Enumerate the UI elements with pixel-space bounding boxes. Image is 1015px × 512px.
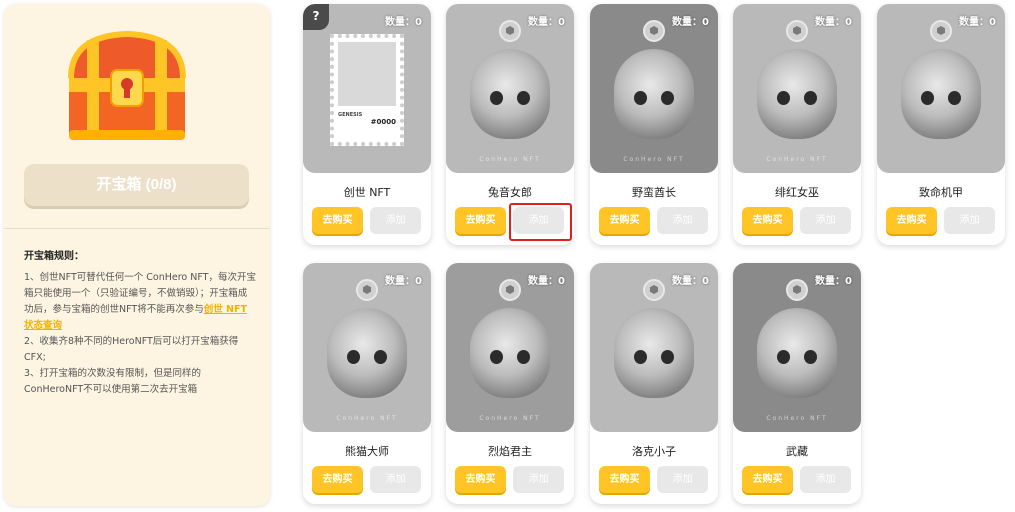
buy-button[interactable]: 去购买 (455, 466, 506, 493)
hero-portrait (470, 308, 550, 398)
add-button[interactable]: 添加 (370, 466, 421, 493)
gem-icon (499, 279, 521, 301)
buy-button[interactable]: 去购买 (886, 207, 937, 234)
nft-art: 数量：0 (590, 263, 718, 432)
question-icon[interactable]: ? (303, 4, 329, 30)
nft-card-barbarian-chief: 数量：0 ConHero NFT 野蛮酋长 去购买 添加 (590, 4, 718, 245)
nft-name: 武藏 (786, 445, 808, 458)
nft-name: 熊猫大师 (345, 445, 389, 458)
nft-name: 烈焰君主 (488, 445, 532, 458)
genesis-stamp-image: GENESIS #0000 (330, 34, 404, 146)
hero-portrait (757, 308, 837, 398)
quantity-label: 数量：0 (385, 17, 422, 28)
rule-1: 1、创世NFT可替代任何一个 ConHero NFT，每次开宝箱只能使用一个（只… (24, 272, 256, 331)
nft-art: 数量：0 ConHero NFT (446, 263, 574, 432)
open-chest-button[interactable]: 开宝箱 (0/8) (24, 164, 249, 206)
nft-card-genesis: ? 数量：0 GENESIS #0000 创世 NFT 去购买 添加 (303, 4, 431, 245)
nft-name: 野蛮酋长 (632, 186, 676, 199)
buy-button[interactable]: 去购买 (599, 207, 650, 234)
add-button[interactable]: 添加 (513, 466, 564, 493)
nft-card-crimson-witch: 数量：0 ConHero NFT 绯红女巫 去购买 添加 (733, 4, 861, 245)
gem-icon (786, 279, 808, 301)
nft-art: 数量：0 ConHero NFT (733, 263, 861, 432)
quantity-label: 数量：0 (672, 17, 709, 28)
nft-name: 创世 NFT (343, 186, 391, 199)
hero-portrait (327, 308, 407, 398)
rule-3: 3、打开宝箱的次数没有限制，但是同样的ConHeroNFT不可以使用第二次去开宝… (24, 368, 202, 395)
nft-art: 数量：0 ConHero NFT (733, 4, 861, 173)
add-button[interactable]: 添加 (370, 207, 421, 234)
treasure-panel: 开宝箱 (0/8) 开宝箱规则： 1、创世NFT可替代任何一个 ConHero … (4, 4, 270, 506)
nft-card-musashi: 数量：0 ConHero NFT 武藏 去购买 添加 (733, 263, 861, 504)
hero-portrait (901, 49, 981, 139)
add-button[interactable]: 添加 (800, 207, 851, 234)
buy-button[interactable]: 去购买 (455, 207, 506, 234)
nft-card-flame-lord: 数量：0 ConHero NFT 烈焰君主 去购买 添加 (446, 263, 574, 504)
quantity-label: 数量：0 (528, 17, 565, 28)
gem-icon (643, 279, 665, 301)
highlight-box (509, 203, 572, 241)
quantity-label: 数量：0 (815, 276, 852, 287)
gem-icon (643, 20, 665, 42)
rule-2: 2、收集齐8种不同的HeroNFT后可以打开宝箱获得CFX; (24, 336, 239, 363)
nft-art: ? 数量：0 GENESIS #0000 (303, 4, 431, 173)
buy-button[interactable]: 去购买 (312, 466, 363, 493)
add-button[interactable]: 添加 (944, 207, 995, 234)
quantity-label: 数量：0 (672, 276, 709, 287)
buy-button[interactable]: 去购买 (599, 466, 650, 493)
nft-art: 数量：0 ConHero NFT (303, 263, 431, 432)
add-button[interactable]: 添加 (800, 466, 851, 493)
quantity-label: 数量：0 (815, 17, 852, 28)
hero-portrait (614, 308, 694, 398)
nft-art: 数量：0 (877, 4, 1005, 173)
gem-icon (786, 20, 808, 42)
add-button[interactable]: 添加 (657, 207, 708, 234)
rules-text: 1、创世NFT可替代任何一个 ConHero NFT，每次开宝箱只能使用一个（只… (24, 270, 256, 398)
nft-name: 绯红女巫 (775, 186, 819, 199)
gem-icon (356, 279, 378, 301)
rules-title: 开宝箱规则： (24, 251, 84, 262)
nft-name: 致命机甲 (919, 186, 963, 199)
hero-portrait (470, 49, 550, 139)
buy-button[interactable]: 去购买 (742, 466, 793, 493)
hero-portrait (614, 49, 694, 139)
quantity-label: 数量：0 (959, 17, 996, 28)
buy-button[interactable]: 去购买 (742, 207, 793, 234)
treasure-chest-icon (61, 26, 193, 151)
quantity-label: 数量：0 (528, 276, 565, 287)
gem-icon (499, 20, 521, 42)
quantity-label: 数量：0 (385, 276, 422, 287)
gem-icon (930, 20, 952, 42)
nft-card-deadly-mecha: 数量：0 致命机甲 去购买 添加 (877, 4, 1005, 245)
hero-portrait (757, 49, 837, 139)
nft-name: 兔音女郎 (488, 186, 532, 199)
nft-name: 洛克小子 (632, 445, 676, 458)
nft-art: 数量：0 ConHero NFT (590, 4, 718, 173)
buy-button[interactable]: 去购买 (312, 207, 363, 234)
add-button[interactable]: 添加 (657, 466, 708, 493)
nft-art: 数量：0 ConHero NFT (446, 4, 574, 173)
nft-card-panda-master: 数量：0 ConHero NFT 熊猫大师 去购买 添加 (303, 263, 431, 504)
nft-card-rock-kid: 数量：0 洛克小子 去购买 添加 (590, 263, 718, 504)
divider (4, 228, 270, 229)
